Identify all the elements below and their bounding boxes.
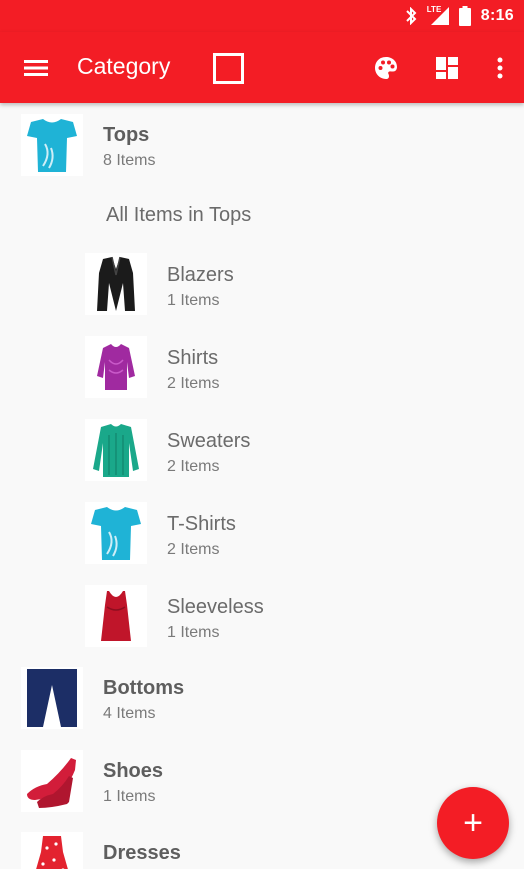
more-options-icon[interactable]	[490, 54, 510, 82]
add-icon: +	[463, 803, 483, 842]
subcategory-name: Blazers	[167, 264, 234, 286]
subcategory-count: 2 Items	[167, 375, 220, 392]
subcategory-count: 2 Items	[167, 458, 220, 475]
tops-thumbnail	[21, 114, 83, 176]
bluetooth-icon	[406, 7, 417, 25]
subcategory-row-sweaters[interactable]: Sweaters 2 Items	[0, 415, 524, 487]
all-items-in-tops-link[interactable]: All Items in Tops	[106, 204, 251, 227]
status-bar: LTE 8:16	[0, 0, 524, 32]
blazers-thumbnail	[85, 253, 147, 315]
app-bar: Category	[0, 32, 524, 103]
clock: 8:16	[480, 7, 514, 24]
shirts-thumbnail	[85, 336, 147, 398]
category-count: 8 Items	[103, 152, 156, 169]
category-row-bottoms[interactable]: Bottoms 4 Items	[0, 665, 524, 737]
category-count: 1 Items	[103, 788, 156, 805]
shoes-thumbnail	[21, 750, 83, 812]
category-row-tops[interactable]: Tops 8 Items	[0, 111, 524, 183]
category-count: 4 Items	[103, 705, 156, 722]
subcategory-name: T-Shirts	[167, 513, 236, 535]
battery-icon	[458, 6, 471, 26]
palette-icon[interactable]	[372, 54, 400, 82]
t-shirts-thumbnail	[85, 502, 147, 564]
subcategory-row-sleeveless[interactable]: Sleeveless 1 Items	[0, 581, 524, 653]
select-toggle-icon[interactable]	[213, 53, 244, 84]
add-button[interactable]: +	[437, 787, 509, 859]
subcategory-count: 1 Items	[167, 624, 220, 641]
sweaters-thumbnail	[85, 419, 147, 481]
subcategory-row-t-shirts[interactable]: T-Shirts 2 Items	[0, 498, 524, 570]
subcategory-count: 1 Items	[167, 292, 220, 309]
signal-icon: LTE	[426, 5, 449, 25]
page-title: Category	[77, 53, 171, 79]
grid-layout-icon[interactable]	[433, 54, 461, 82]
subcategory-name: Sweaters	[167, 430, 251, 452]
bottoms-thumbnail	[21, 667, 83, 729]
category-name: Shoes	[103, 760, 164, 782]
category-name: Tops	[103, 124, 150, 146]
sleeveless-thumbnail	[85, 585, 147, 647]
subcategory-row-shirts[interactable]: Shirts 2 Items	[0, 332, 524, 404]
network-label: LTE	[426, 5, 442, 14]
dresses-thumbnail	[21, 832, 83, 869]
menu-icon[interactable]	[22, 54, 50, 82]
subcategory-count: 2 Items	[167, 541, 220, 558]
subcategory-name: Sleeveless	[167, 596, 264, 618]
category-name: Dresses	[103, 842, 181, 864]
category-name: Bottoms	[103, 677, 185, 699]
subcategory-name: Shirts	[167, 347, 219, 369]
subcategory-row-blazers[interactable]: Blazers 1 Items	[0, 249, 524, 321]
status-icons: LTE 8:16	[405, 0, 514, 32]
